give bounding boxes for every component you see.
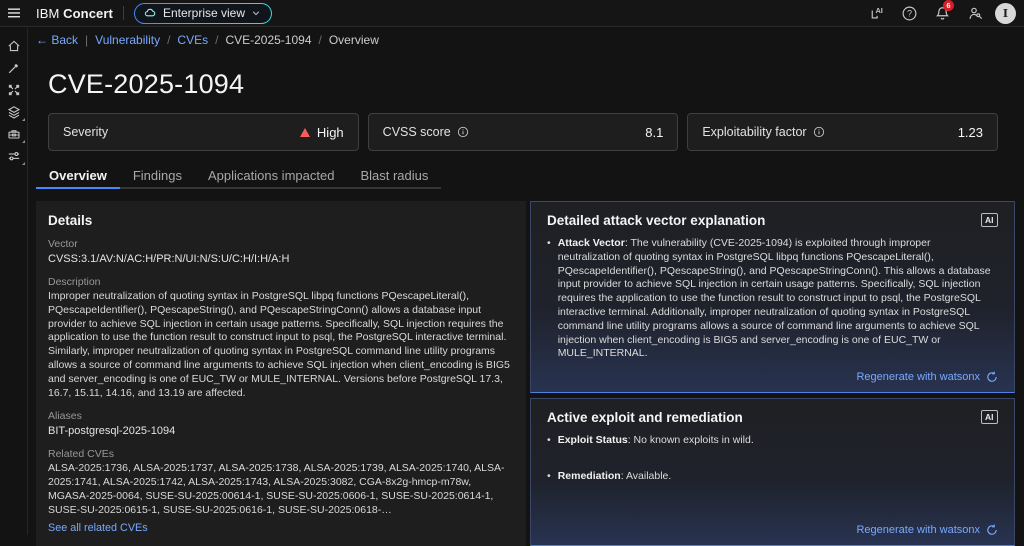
submenu-indicator	[22, 118, 25, 121]
sidebar-item-toolbox[interactable]	[4, 125, 24, 142]
submenu-indicator	[22, 140, 25, 143]
breadcrumb-item-vulnerability[interactable]: Vulnerability	[95, 33, 160, 47]
exploit-remediation-panel-title: Active exploit and remediation	[547, 410, 743, 425]
severity-card: Severity High	[48, 113, 359, 151]
regenerate-label: Regenerate with watsonx	[856, 524, 980, 536]
description-label: Description	[48, 276, 514, 288]
ai-label-badge[interactable]: AI	[981, 213, 999, 227]
severity-value: High	[317, 125, 344, 140]
tab-findings[interactable]: Findings	[120, 163, 195, 189]
cvss-score-value: 8.1	[645, 125, 663, 140]
svg-text:?: ?	[906, 8, 911, 18]
breadcrumb-item-overview: Overview	[329, 33, 379, 47]
see-all-related-cves-link[interactable]: See all related CVEs	[48, 522, 148, 534]
attack-vector-panel: Detailed attack vector explanation AI • …	[530, 201, 1015, 393]
bullet-term: Attack Vector	[558, 237, 631, 249]
severity-label: Severity	[63, 125, 108, 139]
details-panel: Details Vector CVSS:3.1/AV:N/AC:H/PR:N/U…	[36, 201, 526, 546]
app-header: IBM Concert Enterprise view AI ?	[0, 0, 1024, 27]
remediation-bullet: • RemediationAvailable.	[547, 470, 998, 484]
menu-icon[interactable]	[0, 0, 28, 27]
bullet-dot: •	[547, 237, 551, 361]
enterprise-view-label: Enterprise view	[163, 6, 245, 20]
metric-cards: Severity High CVSS score 8.1 Exploitabil…	[48, 113, 998, 151]
cvss-score-card: CVSS score 8.1	[368, 113, 679, 151]
notifications-icon[interactable]: 6	[929, 0, 955, 26]
cvss-score-label: CVSS score	[383, 125, 451, 139]
notification-badge: 6	[943, 0, 954, 11]
submenu-indicator	[22, 162, 25, 165]
warning-triangle-icon	[300, 128, 310, 137]
tab-applications-impacted[interactable]: Applications impacted	[195, 163, 347, 189]
tab-overview[interactable]: Overview	[36, 163, 120, 189]
back-link[interactable]: ← Back	[36, 33, 78, 47]
exploitability-label: Exploitability factor	[702, 125, 806, 139]
breadcrumb: ← Back | Vulnerability / CVEs / CVE-2025…	[28, 28, 1024, 52]
aliases-value: BIT-postgresql-2025-1094	[48, 424, 514, 438]
breadcrumb-item-cve-id: CVE-2025-1094	[225, 33, 311, 47]
bullet-dot: •	[547, 470, 551, 484]
page-title: CVE-2025-1094	[48, 68, 1024, 100]
chevron-down-icon	[251, 8, 261, 18]
bullet-text: Available.	[626, 470, 671, 482]
attack-vector-bullet: • Attack VectorThe vulnerability (CVE-20…	[547, 237, 998, 361]
bullet-term: Exploit Status	[558, 434, 634, 446]
details-title: Details	[48, 213, 514, 228]
user-settings-icon[interactable]	[962, 0, 988, 26]
exploitability-value: 1.23	[958, 125, 983, 140]
tab-bar: Overview Findings Applications impacted …	[36, 163, 441, 189]
info-icon[interactable]	[457, 126, 469, 138]
left-nav-rail	[0, 28, 28, 535]
aliases-label: Aliases	[48, 410, 514, 422]
header-divider	[123, 6, 124, 20]
related-cves-text: ALSA-2025:1736, ALSA-2025:1737, ALSA-202…	[48, 462, 514, 517]
enterprise-view-icon	[143, 6, 157, 20]
breadcrumb-divider: |	[85, 33, 88, 47]
breadcrumb-separator: /	[319, 33, 322, 47]
sidebar-item-connections[interactable]	[4, 81, 24, 98]
breadcrumb-separator: /	[167, 33, 170, 47]
info-icon[interactable]	[813, 126, 825, 138]
ai-insights-icon[interactable]: AI	[863, 0, 889, 26]
brand-product: Concert	[63, 6, 113, 21]
brand-logo[interactable]: IBM Concert	[36, 6, 113, 21]
sidebar-item-layers[interactable]	[4, 103, 24, 120]
exploitability-card: Exploitability factor 1.23	[687, 113, 998, 151]
bullet-term: Remediation	[558, 470, 626, 482]
bullet-text: No known exploits in wild.	[634, 434, 754, 446]
svg-text:AI: AI	[875, 6, 882, 15]
restart-icon	[986, 371, 998, 383]
tab-blast-radius[interactable]: Blast radius	[347, 163, 441, 189]
sidebar-item-tools[interactable]	[4, 59, 24, 76]
regenerate-with-watsonx-link[interactable]: Regenerate with watsonx	[856, 524, 998, 536]
attack-vector-panel-title: Detailed attack vector explanation	[547, 213, 765, 228]
related-cves-label: Related CVEs	[48, 448, 514, 460]
vector-value: CVSS:3.1/AV:N/AC:H/PR:N/UI:N/S:U/C:H/I:H…	[48, 252, 514, 266]
enterprise-view-switcher[interactable]: Enterprise view	[134, 3, 272, 24]
vector-label: Vector	[48, 238, 514, 250]
sidebar-item-settings-adjust[interactable]	[4, 147, 24, 164]
description-text: Improper neutralization of quoting synta…	[48, 290, 514, 400]
restart-icon	[986, 524, 998, 536]
bullet-dot: •	[547, 434, 551, 448]
exploit-status-bullet: • Exploit StatusNo known exploits in wil…	[547, 434, 998, 448]
help-icon[interactable]: ?	[896, 0, 922, 26]
exploit-remediation-panel: Active exploit and remediation AI • Expl…	[530, 398, 1015, 545]
sidebar-item-home[interactable]	[4, 37, 24, 54]
breadcrumb-separator: /	[215, 33, 218, 47]
bullet-text: The vulnerability (CVE-2025-1094) is exp…	[558, 237, 991, 359]
avatar[interactable]: I	[995, 3, 1016, 24]
breadcrumb-item-cves[interactable]: CVEs	[177, 33, 208, 47]
regenerate-label: Regenerate with watsonx	[856, 371, 980, 383]
brand-ibm: IBM	[36, 6, 59, 21]
ai-label-badge[interactable]: AI	[981, 410, 999, 424]
regenerate-with-watsonx-link[interactable]: Regenerate with watsonx	[856, 371, 998, 383]
